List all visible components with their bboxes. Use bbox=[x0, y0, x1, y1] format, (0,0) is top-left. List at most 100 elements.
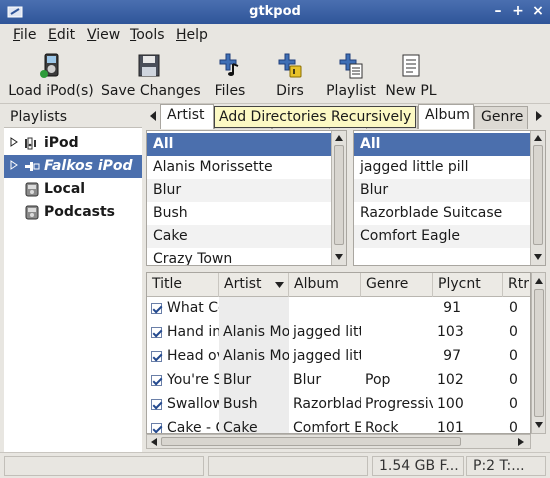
list-item[interactable]: Alanis Morissette bbox=[147, 156, 331, 179]
playlist-item-ipod[interactable]: iPod bbox=[4, 132, 142, 155]
scroll-down-icon[interactable] bbox=[334, 253, 344, 261]
list-item[interactable]: Blur bbox=[354, 179, 530, 202]
song-genre: Progressiv bbox=[365, 396, 433, 412]
scroll-right-icon[interactable] bbox=[517, 437, 525, 447]
song-album: Comfort E bbox=[293, 420, 361, 434]
song-checkbox[interactable] bbox=[151, 351, 162, 362]
table-row[interactable]: You're S Blur Blur Pop 102 0 bbox=[147, 369, 530, 393]
table-row[interactable]: Cake - C Cake Comfort E Rock 101 0 bbox=[147, 417, 530, 434]
column-header-title[interactable]: Title bbox=[147, 273, 219, 297]
scrollbar-thumb[interactable] bbox=[534, 289, 544, 417]
song-horizontal-scrollbar[interactable] bbox=[146, 434, 531, 449]
song-album: Blur bbox=[293, 372, 322, 388]
tooltip: Add Directories Recursively bbox=[214, 106, 417, 128]
menu-help[interactable]: Help bbox=[176, 27, 208, 43]
song-album: jagged littl bbox=[293, 324, 361, 340]
song-checkbox[interactable] bbox=[151, 399, 162, 410]
song-checkbox[interactable] bbox=[151, 303, 162, 314]
tab-album[interactable]: Album bbox=[418, 104, 474, 129]
title-bar: gtkpod – + × bbox=[0, 0, 550, 24]
menu-bar: File Edit View Tools Help bbox=[0, 24, 550, 46]
song-artist: Bush bbox=[219, 393, 289, 417]
ipod-load-icon bbox=[40, 53, 59, 78]
song-rating: 0 bbox=[509, 324, 518, 340]
scroll-left-icon[interactable] bbox=[150, 437, 158, 447]
status-bar: 1.54 GB F... P:2 T:... bbox=[0, 452, 550, 478]
save-changes-button[interactable]: Save Changes bbox=[101, 48, 201, 102]
scrollbar-thumb[interactable] bbox=[161, 437, 461, 446]
list-item[interactable]: Comfort Eagle bbox=[354, 225, 530, 248]
song-playcount: 101 bbox=[437, 420, 464, 434]
column-header-plycnt[interactable]: Plycnt bbox=[433, 273, 503, 297]
load-ipods-button[interactable]: Load iPod(s) bbox=[8, 48, 94, 102]
song-genre bbox=[361, 297, 433, 321]
new-playlist-button[interactable]: New PL bbox=[383, 48, 439, 102]
add-playlist-button[interactable]: Playlist bbox=[325, 48, 377, 102]
playlists-header[interactable]: Playlists bbox=[4, 106, 142, 128]
expander-icon[interactable] bbox=[10, 160, 18, 170]
list-item[interactable]: Blur bbox=[147, 179, 331, 202]
scrollbar-thumb[interactable] bbox=[533, 145, 543, 245]
scroll-up-icon[interactable] bbox=[334, 134, 344, 142]
maximize-button[interactable]: + bbox=[510, 3, 526, 19]
menu-edit[interactable]: Edit bbox=[48, 27, 75, 43]
song-playcount: 91 bbox=[443, 300, 461, 316]
list-item[interactable]: All bbox=[354, 133, 530, 156]
song-title: What Co bbox=[167, 300, 219, 316]
add-files-button[interactable]: Files bbox=[208, 48, 252, 102]
list-item[interactable]: Cake bbox=[147, 225, 331, 248]
playlist-item-falkos-ipod[interactable]: Falkos iPod bbox=[4, 155, 142, 178]
add-dirs-button[interactable]: Dirs bbox=[270, 48, 310, 102]
new-playlist-icon bbox=[402, 54, 420, 77]
tab-genre[interactable]: Genre bbox=[474, 106, 528, 129]
song-artist: Cake bbox=[219, 417, 289, 433]
list-item[interactable]: Razorblade Suitcase bbox=[354, 202, 530, 225]
menu-tools[interactable]: Tools bbox=[130, 27, 165, 43]
album-scrollbar[interactable] bbox=[530, 131, 545, 265]
playlist-item-local[interactable]: Local bbox=[4, 178, 142, 201]
column-header-album[interactable]: Album bbox=[289, 273, 361, 297]
minimize-button[interactable]: – bbox=[490, 3, 506, 19]
tab-artist[interactable]: Artist bbox=[160, 104, 214, 129]
toolbar: Load iPod(s) Save Changes Files Dirs Pla… bbox=[0, 46, 550, 104]
scroll-up-icon[interactable] bbox=[534, 277, 544, 285]
song-genre bbox=[361, 321, 433, 345]
close-button[interactable]: × bbox=[530, 3, 546, 19]
artist-scrollbar[interactable] bbox=[331, 131, 346, 265]
scroll-down-icon[interactable] bbox=[534, 421, 544, 429]
song-vertical-scrollbar[interactable] bbox=[531, 272, 546, 434]
song-checkbox[interactable] bbox=[151, 375, 162, 386]
song-checkbox[interactable] bbox=[151, 327, 162, 338]
song-title: You're S bbox=[167, 372, 219, 388]
artist-filter-list: All Alanis Morissette Blur Bush Cake Cra… bbox=[146, 130, 347, 266]
list-item[interactable]: Crazy Town bbox=[147, 248, 331, 265]
sort-descending-icon bbox=[275, 282, 284, 288]
tab-scroll-left-icon[interactable] bbox=[148, 110, 158, 122]
playlist-item-podcasts[interactable]: Podcasts bbox=[4, 201, 142, 224]
table-row[interactable]: What Co 91 0 bbox=[147, 297, 530, 321]
list-item[interactable]: Bush bbox=[147, 202, 331, 225]
list-item[interactable]: jagged little pill bbox=[354, 156, 530, 179]
free-space-status: 1.54 GB F... bbox=[372, 456, 464, 476]
menu-file[interactable]: File bbox=[13, 27, 36, 43]
tab-scroll-right-icon[interactable] bbox=[534, 110, 544, 122]
column-header-rtr[interactable]: Rtr bbox=[503, 273, 530, 297]
menu-view[interactable]: View bbox=[87, 27, 120, 43]
list-item[interactable]: All bbox=[147, 133, 331, 156]
song-album bbox=[289, 297, 361, 321]
scrollbar-thumb[interactable] bbox=[334, 145, 344, 245]
column-header-artist[interactable]: Artist bbox=[219, 273, 289, 297]
playlist-list: iPod Falkos iPod Local Podcasts bbox=[4, 128, 142, 453]
song-playcount: 102 bbox=[437, 372, 464, 388]
expander-icon[interactable] bbox=[10, 137, 18, 147]
table-row[interactable]: Head ov Alanis Mor jagged littl 97 0 bbox=[147, 345, 530, 369]
column-header-genre[interactable]: Genre bbox=[361, 273, 433, 297]
scroll-up-icon[interactable] bbox=[533, 134, 543, 142]
song-album: Razorblade bbox=[293, 396, 361, 412]
song-playcount: 103 bbox=[437, 324, 464, 340]
table-row[interactable]: Swallow Bush Razorblade Progressiv 100 0 bbox=[147, 393, 530, 417]
song-list: Title Artist Album Genre Plycnt Rtr What… bbox=[146, 272, 531, 434]
scroll-down-icon[interactable] bbox=[533, 253, 543, 261]
table-row[interactable]: Hand in Alanis Mor jagged littl 103 0 bbox=[147, 321, 530, 345]
song-checkbox[interactable] bbox=[151, 423, 162, 433]
